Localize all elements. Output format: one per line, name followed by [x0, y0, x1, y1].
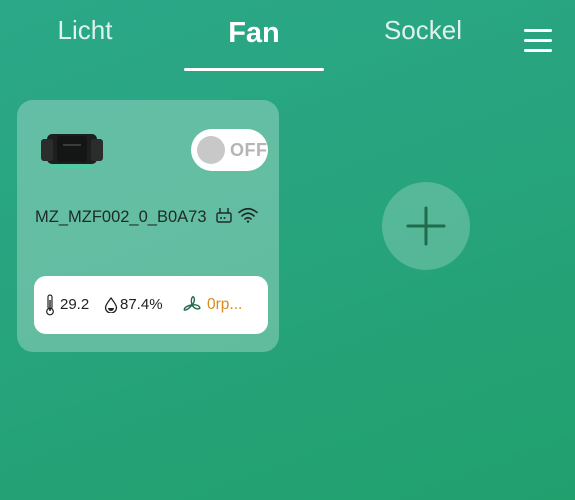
- power-toggle[interactable]: OFF: [191, 129, 268, 171]
- humidity-drop-icon: [104, 297, 118, 313]
- plus-icon: [406, 206, 446, 246]
- device-card[interactable]: OFF MZ_MZF002_0_B0A73 29.2 87.4% 0rp...: [17, 100, 279, 352]
- wifi-icon: [238, 207, 258, 223]
- sensor-panel: 29.2 87.4% 0rp...: [34, 276, 268, 334]
- toggle-label: OFF: [230, 140, 268, 160]
- router-icon: [216, 208, 232, 223]
- thermometer-icon: [46, 294, 54, 316]
- fan-device-image: [41, 134, 103, 168]
- tab-fan[interactable]: Fan: [169, 17, 339, 50]
- fan-icon: [183, 295, 201, 311]
- toggle-knob: [197, 136, 225, 164]
- tab-bar: Licht Fan Sockel: [0, 0, 575, 80]
- active-tab-indicator: [184, 68, 324, 71]
- add-device-button[interactable]: [382, 182, 470, 270]
- tab-sockel[interactable]: Sockel: [338, 15, 508, 46]
- fan-speed-value: 0rp...: [207, 296, 243, 313]
- humidity-value: 87.4%: [120, 296, 163, 313]
- hamburger-menu-icon[interactable]: [520, 26, 556, 56]
- tab-licht[interactable]: Licht: [0, 15, 170, 46]
- temperature-value: 29.2: [60, 296, 90, 313]
- device-name: MZ_MZF002_0_B0A73: [35, 208, 207, 226]
